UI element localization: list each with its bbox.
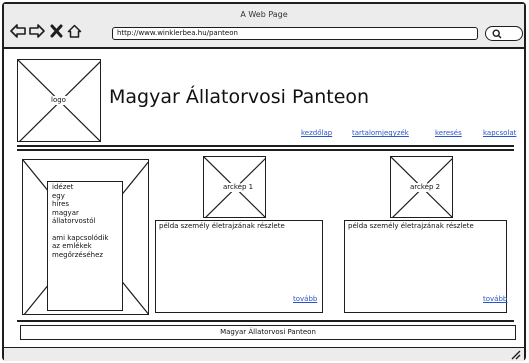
resize-grip-icon[interactable] — [510, 349, 521, 360]
portrait-image-1: arckép 1 — [203, 156, 266, 218]
memory-line: az emlékek — [52, 242, 92, 250]
back-arrow-icon[interactable] — [10, 24, 26, 38]
logo-label: logo — [49, 96, 68, 105]
browser-search-field[interactable] — [485, 26, 523, 41]
nav-link-contents[interactable]: tartalomjegyzék — [352, 129, 409, 137]
quote-line: idézet — [52, 183, 74, 191]
nav-link-search[interactable]: keresés — [435, 129, 462, 137]
read-more-link-2[interactable]: tovább — [483, 295, 507, 303]
search-icon — [492, 29, 502, 39]
read-more-link-1[interactable]: tovább — [293, 295, 317, 303]
quote-line: egy — [52, 191, 65, 200]
quote-line: állatorvostól — [52, 217, 96, 225]
page-title: Magyar Állatorvosi Panteon — [109, 86, 370, 108]
quote-note: idézet egy híres magyar állatorvostól am… — [47, 181, 123, 311]
memory-line: ami kapcsolódik — [52, 233, 109, 242]
memory-line: megőrzéséhez — [52, 250, 104, 259]
logo-image: logo — [17, 59, 101, 142]
header-divider — [17, 149, 514, 151]
window-title: A Web Page — [240, 10, 288, 19]
home-icon[interactable] — [67, 24, 82, 38]
bio-excerpt-text: példa személy életrajzának részlete — [159, 222, 285, 230]
nav-link-contact[interactable]: kapcsolat — [483, 129, 516, 137]
url-input[interactable]: http://www.winklerbea.hu/panteon — [112, 27, 478, 40]
footer-divider — [17, 320, 514, 322]
forward-arrow-icon[interactable] — [29, 24, 45, 38]
portrait-image-2: arckép 2 — [390, 156, 453, 218]
bio-excerpt-text: példa személy életrajzának részlete — [348, 222, 474, 230]
browser-window: A Web Page http://www.winklerbea.hu/pant… — [2, 2, 526, 361]
header-divider — [17, 145, 514, 147]
close-icon[interactable] — [50, 24, 63, 38]
footer: Magyar Állatorvosi Panteon — [20, 325, 516, 340]
nav-link-home[interactable]: kezdőlap — [301, 129, 332, 137]
portrait-label: arckép 1 — [221, 183, 256, 192]
browser-toolbar: A Web Page http://www.winklerbea.hu/pant… — [4, 4, 524, 49]
quote-line: híres — [52, 200, 70, 208]
status-bar — [4, 347, 524, 361]
portrait-label: arckép 2 — [408, 183, 443, 192]
quote-line: magyar — [52, 208, 79, 217]
